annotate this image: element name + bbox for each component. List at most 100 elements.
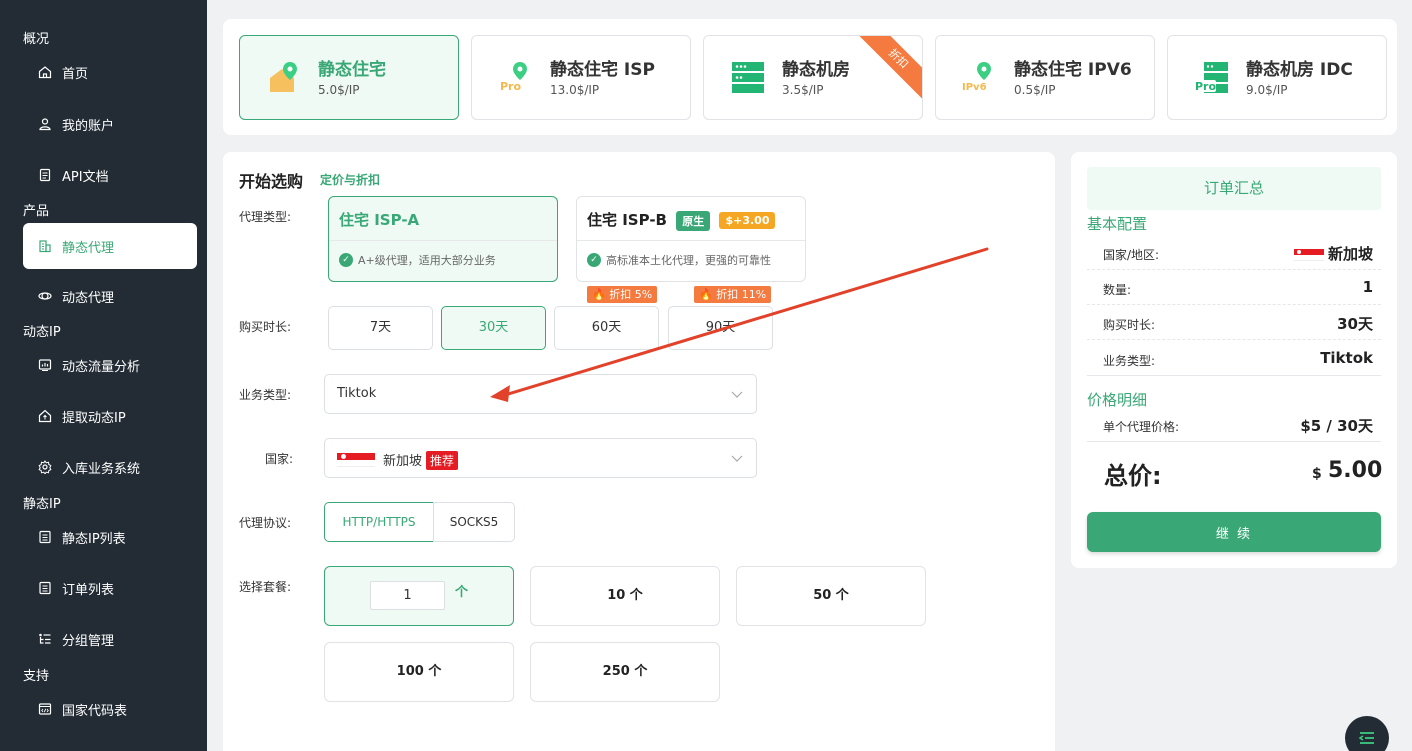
sidebar-item-label: 动态流量分析 <box>62 359 141 375</box>
package-option-250[interactable]: 250 个 <box>530 642 720 702</box>
floating-menu-button[interactable] <box>1345 716 1389 751</box>
svg-text:Pro: Pro <box>500 80 521 93</box>
product-price: 13.0$/IP <box>550 83 600 97</box>
sidebar-item-static-ip-list[interactable]: 静态IP列表 <box>23 514 197 560</box>
proxy-type-name: 住宅 ISP-B <box>587 211 667 229</box>
home-icon <box>38 65 52 79</box>
ipv6-pin-icon: IPv6 <box>962 60 998 96</box>
summary-key: 单个代理价格: <box>1103 420 1180 434</box>
sidebar-item-api-docs[interactable]: API文档 <box>23 152 197 198</box>
summary-row-business: 业务类型: Tiktok <box>1087 341 1381 376</box>
surcharge-tag: $+3.00 <box>719 212 776 229</box>
sidebar-item-traffic-analysis[interactable]: 动态流量分析 <box>23 342 197 388</box>
product-card-static-datacenter-idc[interactable]: Pro 静态机房 IDC 9.0$/IP <box>1167 35 1387 120</box>
svg-text:IPv6: IPv6 <box>962 82 987 93</box>
list-icon <box>38 581 52 595</box>
protocol-option-socks5[interactable]: SOCKS5 <box>433 502 515 542</box>
summary-value-row: 新加坡 <box>1293 243 1373 264</box>
sidebar-item-label: 入库业务系统 <box>62 461 141 477</box>
sidebar-item-static-proxy[interactable]: 静态代理 <box>23 223 197 269</box>
pro-pin-icon: Pro <box>498 60 534 96</box>
summary-value: $5 / 30天 <box>1300 417 1373 435</box>
sidebar-section-static-ip: 静态IP <box>23 497 61 512</box>
duration-option-7d[interactable]: 7天 <box>328 306 433 350</box>
product-name: 静态住宅 <box>318 60 386 80</box>
proxy-type-option-isp-a[interactable]: 住宅 ISP-A ✓ A+级代理，适用大部分业务 <box>328 196 558 282</box>
sidebar-item-order-list[interactable]: 订单列表 <box>23 565 197 611</box>
chevron-down-icon <box>731 455 743 462</box>
menu-collapse-icon <box>1358 732 1374 744</box>
quantity-input[interactable] <box>370 581 445 610</box>
pricing-discount-link[interactable]: 定价与折扣 <box>320 171 380 188</box>
check-circle-icon: ✓ <box>339 253 353 267</box>
page-title: 开始选购 <box>239 172 304 191</box>
sidebar-item-label: 订单列表 <box>62 582 115 598</box>
sidebar-item-label: 我的账户 <box>62 118 115 134</box>
sidebar-item-business-system[interactable]: 入库业务系统 <box>23 444 197 490</box>
protocol-label: 代理协议: <box>239 516 292 530</box>
product-card-static-residential-ipv6[interactable]: IPv6 静态住宅 IPV6 0.5$/IP <box>935 35 1155 120</box>
sidebar-item-extract-ip[interactable]: 提取动态IP <box>23 393 197 439</box>
package-option-custom[interactable]: 个 <box>324 566 514 626</box>
sidebar: 概况 首页 我的账户 API文档 产品 静态代理 动态代理 动态IP 动态流量分… <box>0 0 207 751</box>
native-tag: 原生 <box>676 210 711 231</box>
product-card-static-residential[interactable]: 静态住宅 5.0$/IP <box>239 35 459 120</box>
sidebar-item-label: 静态IP列表 <box>62 531 126 547</box>
package-option-100[interactable]: 100 个 <box>324 642 514 702</box>
protocol-option-http[interactable]: HTTP/HTTPS <box>324 502 434 542</box>
sidebar-item-label: 动态代理 <box>62 290 115 306</box>
product-name: 静态机房 IDC <box>1246 60 1353 80</box>
product-name: 静态住宅 ISP <box>550 60 655 80</box>
summary-value: 新加坡 <box>1327 245 1373 263</box>
product-card-static-residential-isp[interactable]: Pro 静态住宅 ISP 13.0$/IP <box>471 35 691 120</box>
proxy-type-desc-row: ✓ 高标准本土化代理，更强的可靠性 <box>587 252 771 268</box>
sidebar-item-label: 国家代码表 <box>62 703 128 719</box>
order-summary-title: 订单汇总 <box>1087 167 1381 210</box>
summary-value: 30天 <box>1337 315 1373 333</box>
duration-option-60d[interactable]: 60天 <box>554 306 659 350</box>
business-type-select[interactable]: Tiktok <box>324 374 757 414</box>
summary-key: 购买时长: <box>1103 318 1156 332</box>
chevron-down-icon <box>731 391 743 398</box>
product-card-static-datacenter[interactable]: 静态机房 3.5$/IP 折扣 <box>703 35 923 120</box>
summary-value: Tiktok <box>1320 349 1373 367</box>
recommended-badge: 推荐 <box>426 451 459 470</box>
singapore-flag-icon <box>337 453 375 467</box>
list-icon <box>38 530 52 544</box>
house-pin-icon <box>266 60 302 96</box>
product-name: 静态住宅 IPV6 <box>1014 60 1132 80</box>
package-option-10[interactable]: 10 个 <box>530 566 720 626</box>
proxy-type-option-isp-b[interactable]: 住宅 ISP-B 原生 $+3.00 ✓ 高标准本土化代理，更强的可靠性 <box>576 196 806 282</box>
order-summary: 订单汇总 基本配置 国家/地区: 新加坡 数量: 1 购买时长: 30天 业务类… <box>1071 152 1397 568</box>
gear-icon <box>38 460 52 474</box>
singapore-flag-icon <box>1293 249 1324 261</box>
continue-button[interactable]: 继 续 <box>1087 512 1381 552</box>
sidebar-item-dynamic-proxy[interactable]: 动态代理 <box>23 273 197 319</box>
code-icon <box>38 702 52 716</box>
quantity-unit: 个 <box>455 585 469 600</box>
package-option-50[interactable]: 50 个 <box>736 566 926 626</box>
duration-option-30d[interactable]: 30天 <box>441 306 546 350</box>
chart-icon <box>38 358 52 372</box>
basic-config-heading: 基本配置 <box>1087 215 1148 233</box>
sidebar-item-home[interactable]: 首页 <box>23 49 197 95</box>
product-price: 9.0$/IP <box>1246 83 1288 97</box>
sidebar-item-country-codes[interactable]: 国家代码表 <box>23 686 197 732</box>
country-select[interactable]: 新加坡 推荐 <box>324 438 757 478</box>
proxy-type-label: 代理类型: <box>239 210 292 224</box>
user-icon <box>38 117 52 131</box>
business-type-label: 业务类型: <box>239 388 292 402</box>
divider <box>329 240 557 241</box>
proxy-type-desc-row: ✓ A+级代理，适用大部分业务 <box>339 252 496 268</box>
discount-badge-60d: 🔥 折扣 5% <box>587 286 658 303</box>
svg-text:Pro: Pro <box>1195 80 1216 93</box>
group-icon <box>38 632 52 646</box>
duration-option-90d[interactable]: 90天 <box>668 306 773 350</box>
product-bar: 静态住宅 5.0$/IP Pro 静态住宅 ISP 13.0$/IP 静态机房 … <box>223 19 1397 135</box>
document-icon <box>38 168 52 182</box>
sidebar-item-account[interactable]: 我的账户 <box>23 101 197 147</box>
product-price: 0.5$/IP <box>1014 83 1056 97</box>
sidebar-item-group-management[interactable]: 分组管理 <box>23 616 197 662</box>
total-currency: $ <box>1312 466 1322 482</box>
discount-text: 折扣 5% <box>609 288 653 301</box>
